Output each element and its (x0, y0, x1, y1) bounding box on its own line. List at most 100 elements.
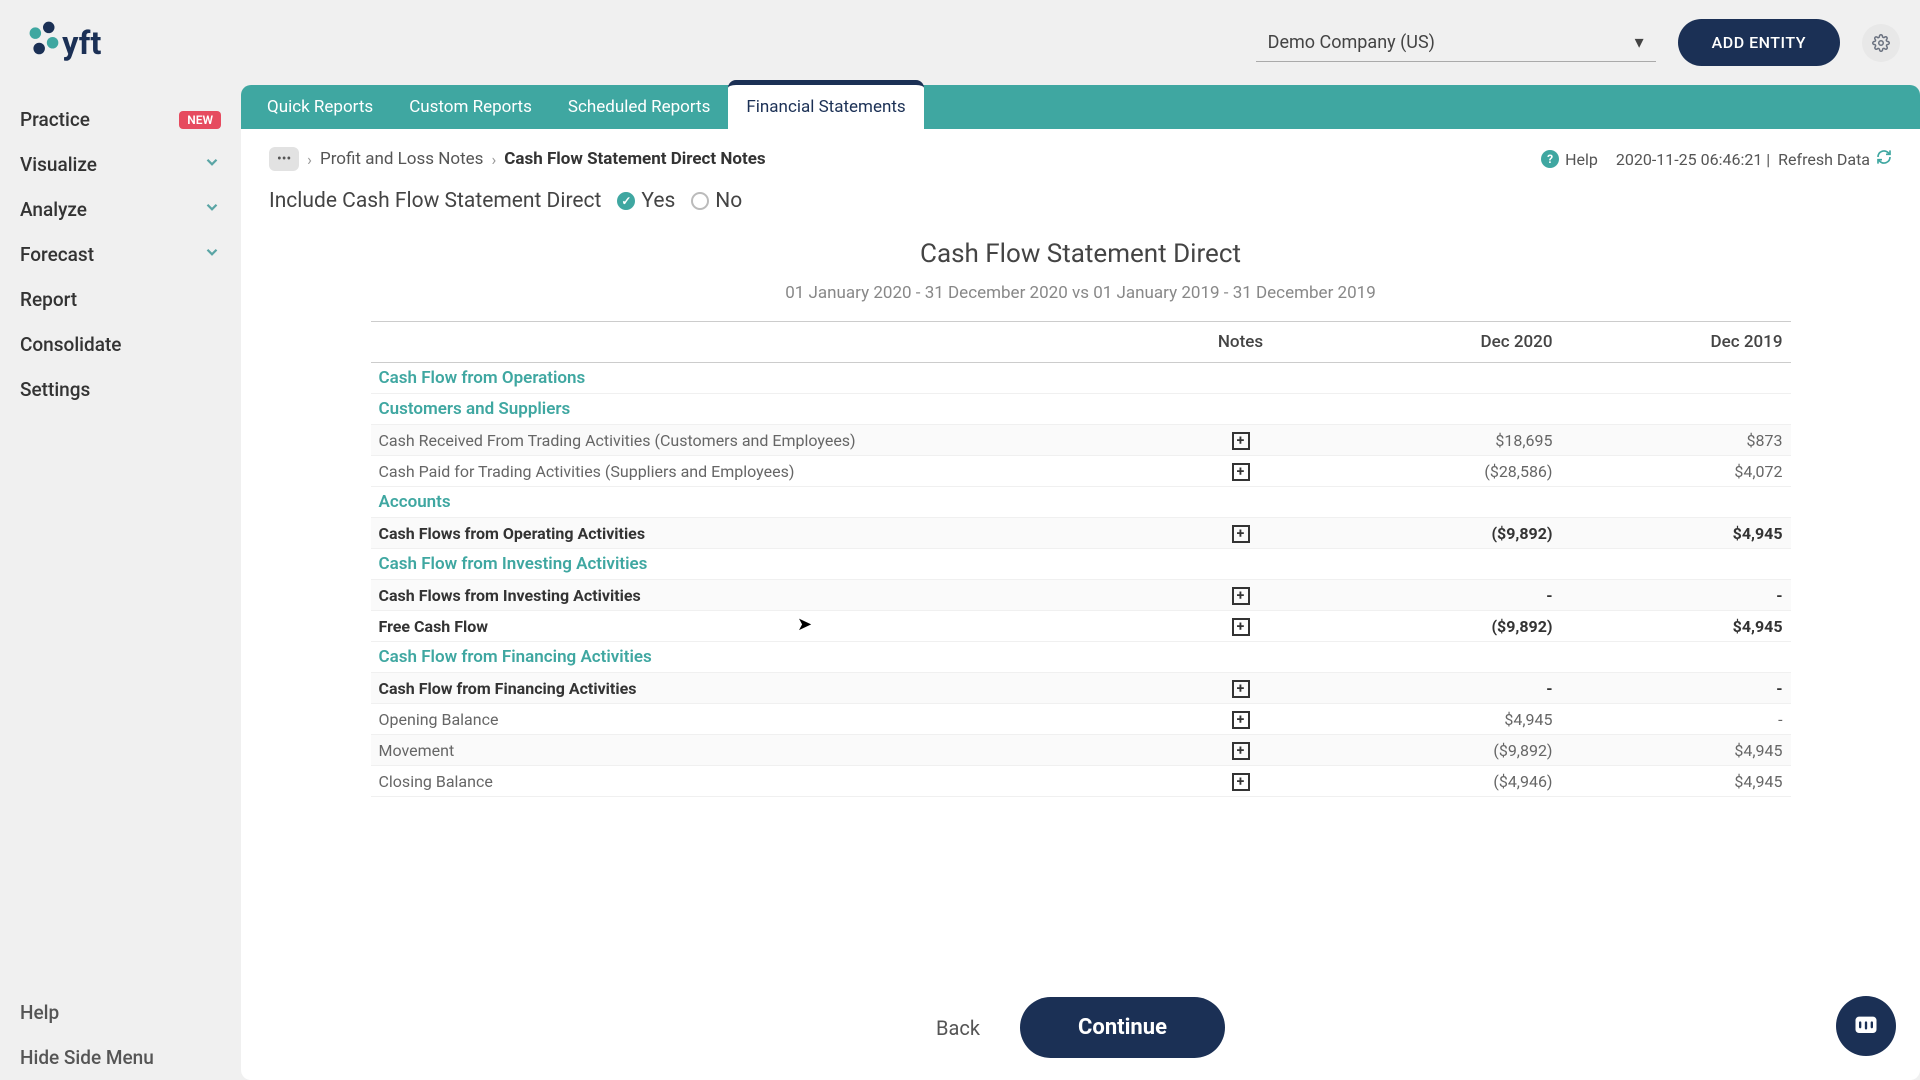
syft-logo[interactable]: yft (20, 5, 135, 80)
settings-gear-button[interactable] (1862, 24, 1900, 62)
refresh-icon[interactable] (1876, 149, 1892, 169)
row-note-cell: + (1151, 518, 1331, 549)
chevron-down-icon (203, 153, 221, 176)
row-label: Cash Flow from Operations (371, 363, 1151, 394)
row-label: Customers and Suppliers (371, 394, 1151, 425)
row-value-p1: ($28,586) (1331, 456, 1561, 487)
row-label: Cash Flow from Financing Activities (371, 673, 1151, 704)
breadcrumb-more[interactable]: ••• (269, 147, 299, 171)
row-value-p1 (1331, 549, 1561, 580)
row-value-p1 (1331, 642, 1561, 673)
row-value-p2: $4,945 (1561, 735, 1791, 766)
add-note-button[interactable]: + (1232, 618, 1250, 636)
add-note-button[interactable]: + (1232, 680, 1250, 698)
content-area: ••• › Profit and Loss Notes › Cash Flow … (241, 129, 1920, 1080)
add-note-button[interactable]: + (1232, 711, 1250, 729)
col-period-1: Dec 2020 (1331, 322, 1561, 363)
row-note-cell: + (1151, 456, 1331, 487)
report-date-range: 01 January 2020 - 31 December 2020 vs 01… (241, 283, 1920, 303)
table-row: Movement+($9,892)$4,945 (371, 735, 1791, 766)
include-label: Include Cash Flow Statement Direct (269, 189, 601, 213)
breadcrumb-parent[interactable]: Profit and Loss Notes (320, 149, 483, 169)
report-tabs: Quick ReportsCustom ReportsScheduled Rep… (241, 85, 1920, 129)
row-note-cell (1151, 487, 1331, 518)
row-note-cell: + (1151, 611, 1331, 642)
entity-selector[interactable]: Demo Company (US) ▾ (1256, 24, 1656, 62)
row-note-cell (1151, 363, 1331, 394)
table-row: Closing Balance+($4,946)$4,945 (371, 766, 1791, 797)
tab-custom-reports[interactable]: Custom Reports (391, 85, 550, 129)
chevron-down-icon (203, 243, 221, 266)
row-note-cell: + (1151, 425, 1331, 456)
sidebar-help[interactable]: Help (0, 990, 241, 1035)
row-value-p2: $873 (1561, 425, 1791, 456)
sidebar-item-forecast[interactable]: Forecast (0, 232, 241, 277)
report-title: Cash Flow Statement Direct (241, 239, 1920, 269)
continue-button[interactable]: Continue (1020, 997, 1225, 1058)
sidebar: PracticeNEWVisualize Analyze Forecast Repor… (0, 85, 241, 1080)
add-note-button[interactable]: + (1232, 742, 1250, 760)
chevron-down-icon (203, 198, 221, 221)
tab-scheduled-reports[interactable]: Scheduled Reports (550, 85, 729, 129)
sidebar-item-consolidate[interactable]: Consolidate (0, 322, 241, 367)
table-row: Cash Flow from Investing Activities (371, 549, 1791, 580)
back-button[interactable]: Back (936, 1016, 980, 1040)
add-note-button[interactable]: + (1232, 432, 1250, 450)
add-note-button[interactable]: + (1232, 587, 1250, 605)
row-note-cell: + (1151, 704, 1331, 735)
table-row: Cash Flow from Financing Activities+-- (371, 673, 1791, 704)
row-value-p2: - (1561, 580, 1791, 611)
breadcrumb-current: Cash Flow Statement Direct Notes (504, 149, 765, 169)
row-value-p1: ($9,892) (1331, 611, 1561, 642)
row-value-p2: $4,945 (1561, 518, 1791, 549)
tab-financial-statements[interactable]: Financial Statements (728, 80, 923, 129)
row-label: Cash Flows from Operating Activities (371, 518, 1151, 549)
table-row: Cash Flow from Operations (371, 363, 1791, 394)
cash-flow-table: Notes Dec 2020 Dec 2019 Cash Flow from O… (371, 321, 1791, 797)
table-row: Cash Paid for Trading Activities (Suppli… (371, 456, 1791, 487)
sidebar-item-label: Analyze (20, 198, 203, 221)
last-refresh-timestamp: 2020-11-25 06:46:21 (1616, 150, 1762, 169)
sidebar-item-settings[interactable]: Settings (0, 367, 241, 412)
main-panel: Quick ReportsCustom ReportsScheduled Rep… (241, 85, 1920, 1080)
row-label: Free Cash Flow (371, 611, 1151, 642)
add-entity-button[interactable]: ADD ENTITY (1678, 19, 1840, 66)
row-label: Accounts (371, 487, 1151, 518)
include-yes-radio[interactable]: Yes (617, 189, 675, 213)
col-label (371, 322, 1151, 363)
sidebar-item-practice[interactable]: PracticeNEW (0, 97, 241, 142)
row-value-p2 (1561, 487, 1791, 518)
sidebar-item-visualize[interactable]: Visualize (0, 142, 241, 187)
dropdown-caret-icon: ▾ (1635, 32, 1644, 53)
col-period-2: Dec 2019 (1561, 322, 1791, 363)
intercom-launcher[interactable] (1836, 996, 1896, 1056)
include-no-radio[interactable]: No (691, 189, 742, 213)
add-note-button[interactable]: + (1232, 773, 1250, 791)
table-row: Cash Flows from Investing Activities+-- (371, 580, 1791, 611)
row-value-p1: $18,695 (1331, 425, 1561, 456)
chat-icon (1852, 1012, 1880, 1040)
sidebar-item-analyze[interactable]: Analyze (0, 187, 241, 232)
table-row: Cash Received From Trading Activities (C… (371, 425, 1791, 456)
sidebar-item-label: Forecast (20, 243, 203, 266)
sidebar-item-label: Report (20, 288, 221, 311)
row-value-p1 (1331, 394, 1561, 425)
breadcrumb-toolbar: ••• › Profit and Loss Notes › Cash Flow … (241, 129, 1920, 189)
sidebar-hide-menu[interactable]: Hide Side Menu (0, 1035, 241, 1080)
add-note-button[interactable]: + (1232, 525, 1250, 543)
wizard-actions: Back Continue (241, 997, 1920, 1058)
row-value-p2 (1561, 642, 1791, 673)
row-value-p2: - (1561, 673, 1791, 704)
row-label: Cash Paid for Trading Activities (Suppli… (371, 456, 1151, 487)
refresh-data-link[interactable]: Refresh Data (1778, 150, 1870, 169)
app-header: yft Demo Company (US) ▾ ADD ENTITY (0, 0, 1920, 85)
row-value-p1 (1331, 487, 1561, 518)
help-link[interactable]: ? Help (1541, 150, 1598, 169)
add-note-button[interactable]: + (1232, 463, 1250, 481)
sidebar-item-report[interactable]: Report (0, 277, 241, 322)
row-note-cell: + (1151, 766, 1331, 797)
row-value-p2 (1561, 549, 1791, 580)
row-value-p1: ($9,892) (1331, 518, 1561, 549)
tab-quick-reports[interactable]: Quick Reports (249, 85, 391, 129)
row-value-p2: $4,072 (1561, 456, 1791, 487)
